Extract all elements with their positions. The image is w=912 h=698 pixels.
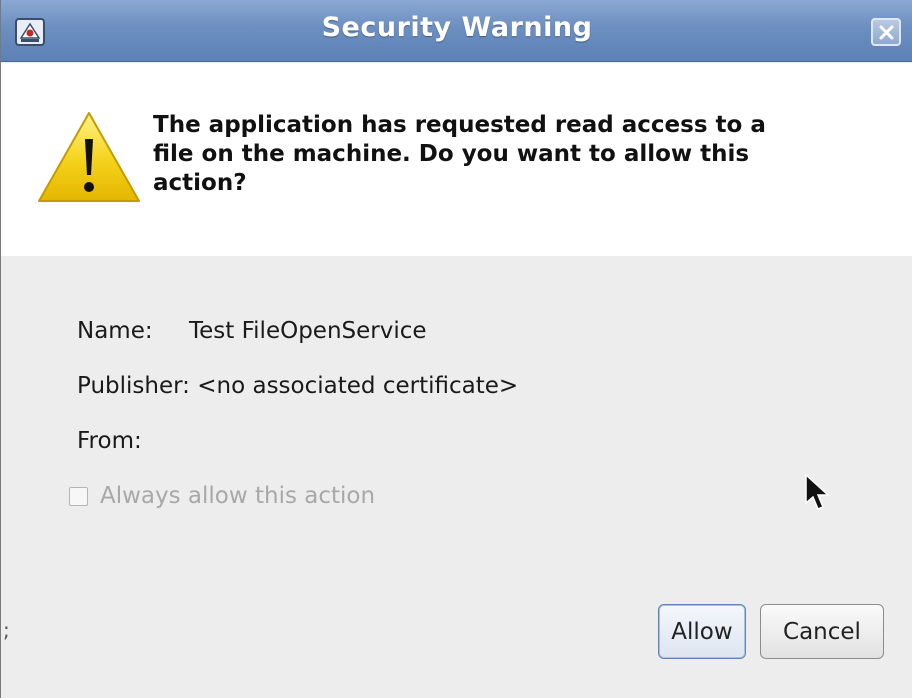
publisher-label: Publisher: <box>77 373 190 399</box>
cancel-button[interactable]: Cancel <box>760 604 884 659</box>
name-label: Name: <box>77 318 153 344</box>
always-allow-label: Always allow this action <box>100 483 376 509</box>
publisher-row: Publisher: <no associated certificate> <box>77 373 518 399</box>
allow-button[interactable]: Allow <box>658 604 746 659</box>
from-label: From: <box>77 428 142 454</box>
warning-icon <box>35 109 143 207</box>
publisher-value: <no associated certificate> <box>197 373 519 399</box>
security-warning-dialog: Security Warning The application has req… <box>0 0 912 698</box>
always-allow-checkbox[interactable] <box>69 486 88 506</box>
dialog-header: The application has requested read acces… <box>1 63 912 256</box>
warning-message: The application has requested read acces… <box>153 112 766 196</box>
from-row: From: <box>77 428 142 454</box>
window-title: Security Warning <box>321 12 593 43</box>
name-value: Test FileOpenService <box>189 318 427 344</box>
edge-glyph: ; <box>3 618 10 642</box>
title-bar[interactable]: Security Warning <box>1 0 912 62</box>
mouse-cursor-icon <box>804 473 834 517</box>
name-row: Name: Test FileOpenService <box>77 318 427 344</box>
close-icon[interactable] <box>871 18 901 46</box>
always-allow-option[interactable]: Always allow this action <box>69 481 375 511</box>
